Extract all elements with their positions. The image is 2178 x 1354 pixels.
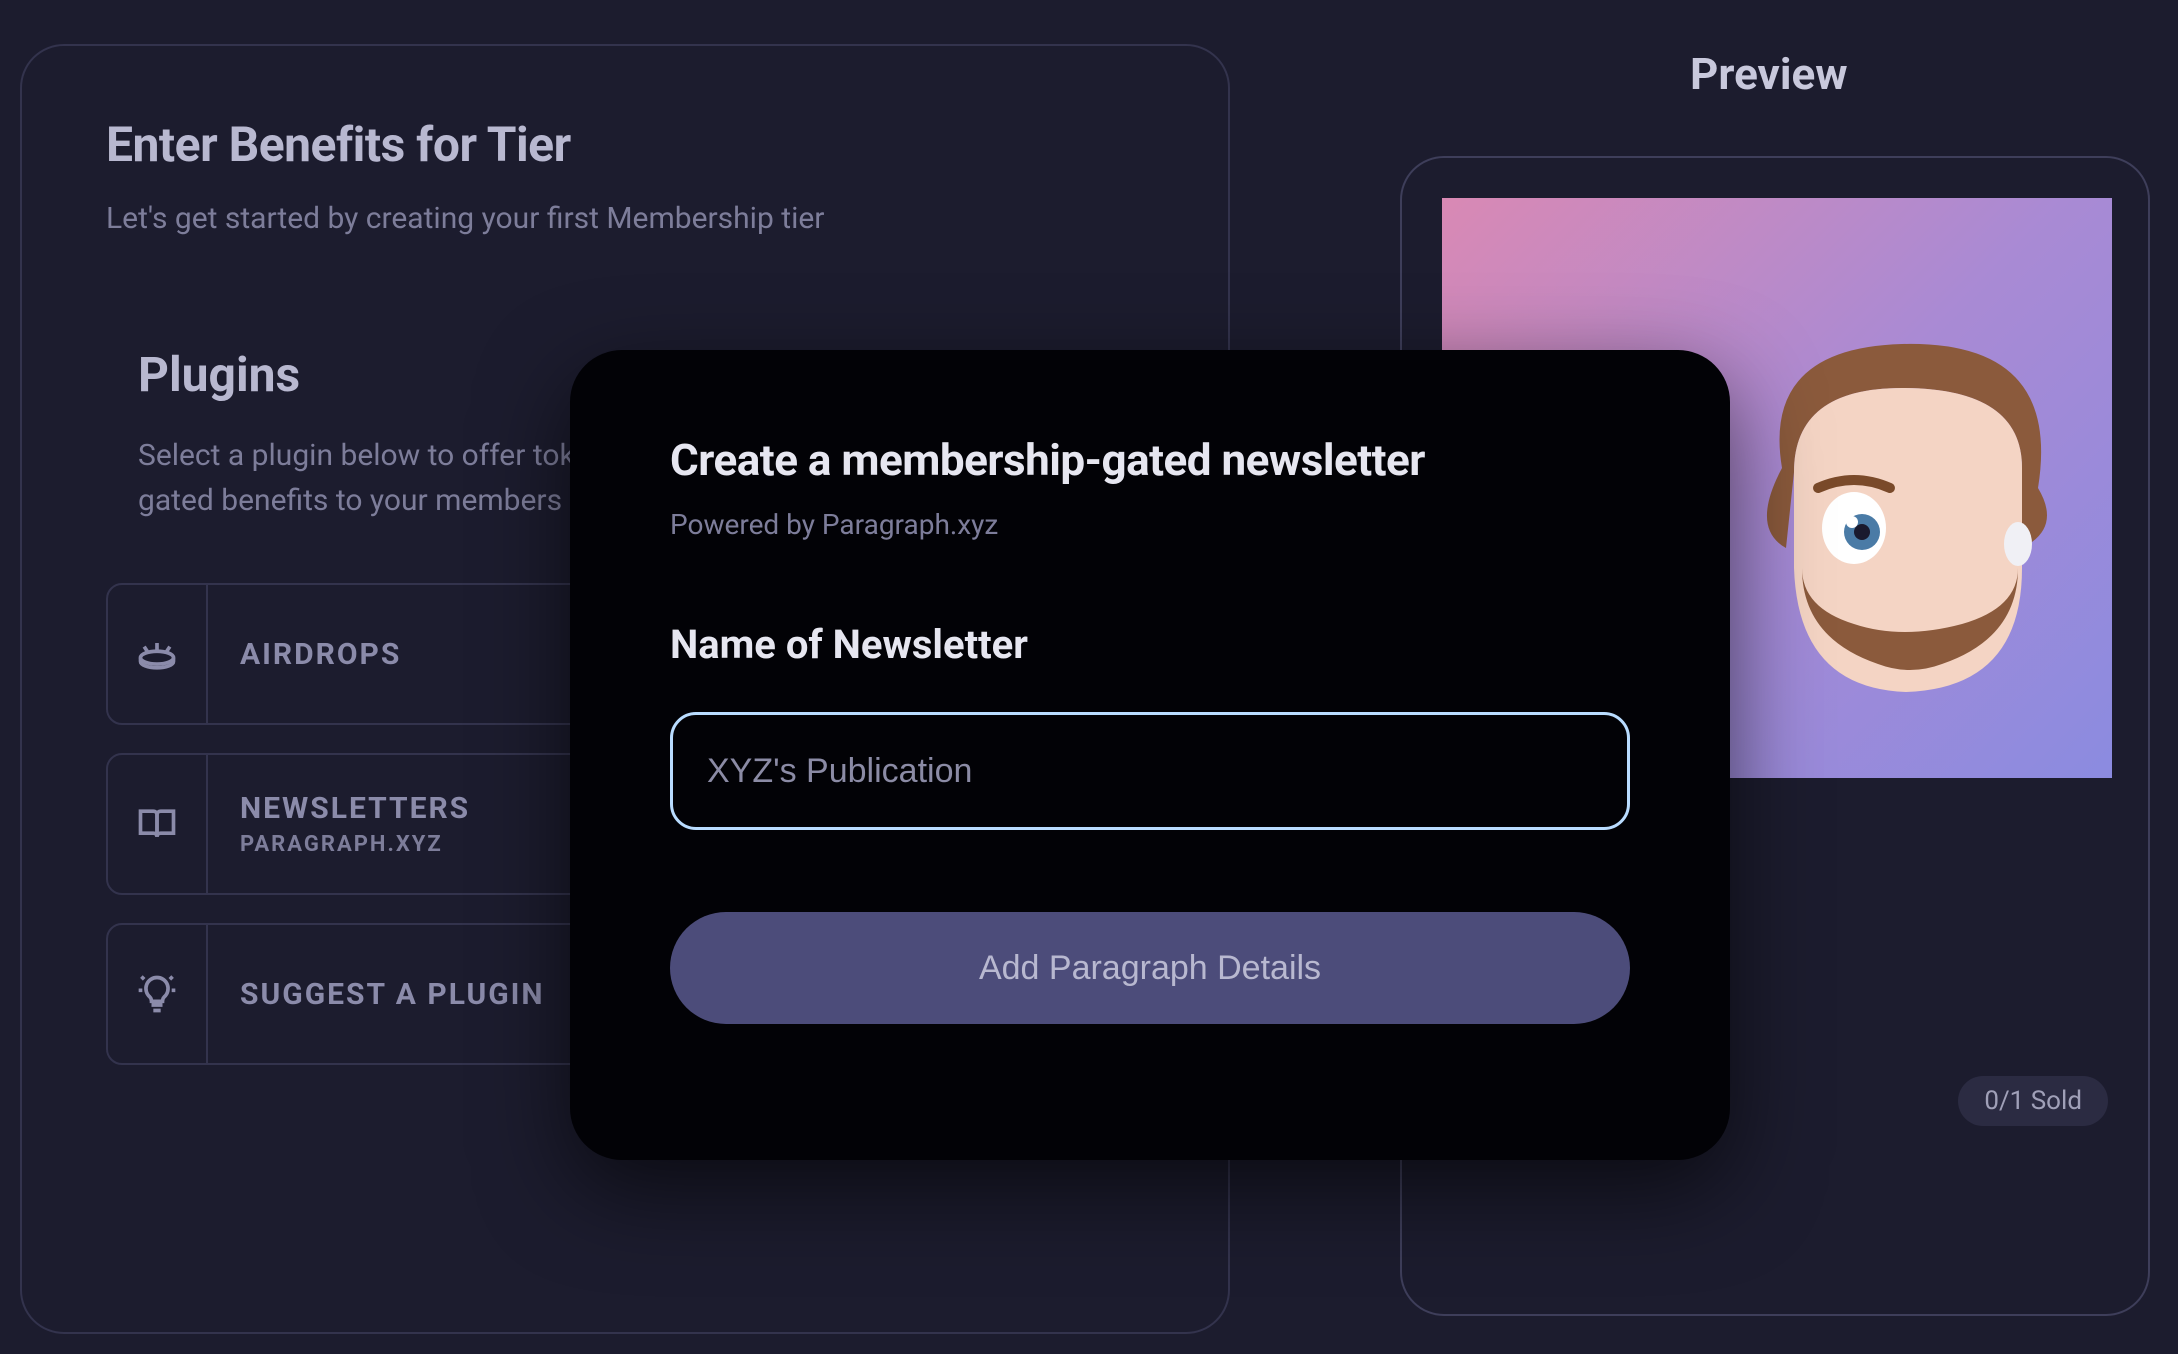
modal-subtitle: Powered by Paragraph.xyz bbox=[670, 508, 1630, 541]
lightbulb-icon bbox=[108, 925, 208, 1063]
plugin-subtitle: PARAGRAPH.XYZ bbox=[240, 832, 470, 857]
book-icon bbox=[108, 755, 208, 893]
preview-heading: Preview bbox=[1690, 48, 1848, 100]
add-paragraph-details-button[interactable]: Add Paragraph Details bbox=[670, 912, 1630, 1024]
airdrop-icon bbox=[108, 585, 208, 723]
benefits-subtitle: Let's get started by creating your first… bbox=[106, 201, 1144, 236]
sold-badge: 0/1 Sold bbox=[1958, 1076, 2108, 1126]
create-newsletter-modal: Create a membership-gated newsletter Pow… bbox=[570, 350, 1730, 1160]
plugin-title: SUGGEST A PLUGIN bbox=[240, 977, 545, 1012]
newsletter-name-label: Name of Newsletter bbox=[670, 621, 1630, 668]
newsletter-name-input[interactable] bbox=[670, 712, 1630, 830]
plugin-title: AIRDROPS bbox=[240, 637, 401, 672]
plugin-title: NEWSLETTERS bbox=[240, 791, 470, 826]
modal-title: Create a membership-gated newsletter bbox=[670, 434, 1630, 486]
benefits-title: Enter Benefits for Tier bbox=[106, 116, 1144, 173]
